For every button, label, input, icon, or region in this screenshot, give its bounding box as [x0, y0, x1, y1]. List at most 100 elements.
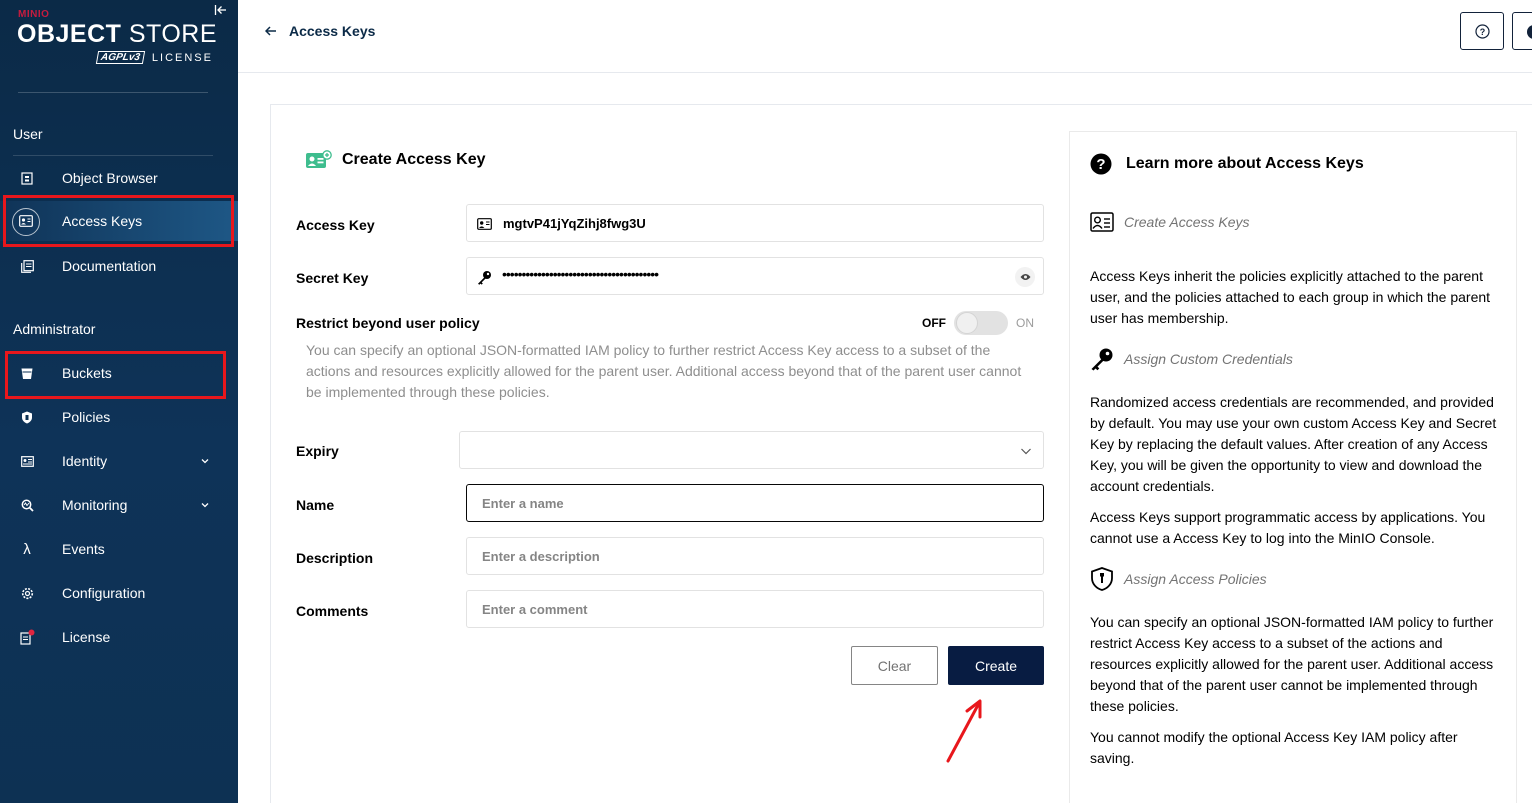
comments-input[interactable]: Enter a comment [466, 590, 1044, 628]
brand-minio: MINIO [18, 9, 50, 20]
agpl-badge: AGPLv3 [95, 51, 146, 64]
top-header: Access Keys ? [238, 0, 1532, 73]
object-browser-icon [18, 170, 36, 186]
secret-key-label: Secret Key [296, 270, 369, 286]
sidebar-item-label: Object Browser [62, 170, 158, 186]
sidebar-item-events[interactable]: λ Events [0, 529, 238, 569]
sidebar-item-identity[interactable]: Identity [0, 441, 238, 481]
comments-placeholder: Enter a comment [482, 602, 588, 617]
svg-text:?: ? [1479, 26, 1485, 36]
key-icon [476, 269, 492, 285]
brand-logo[interactable]: MINIO OBJECT STORE AGPLv3 LICENSE [17, 8, 217, 68]
clear-button[interactable]: Clear [851, 646, 938, 685]
buckets-icon [18, 365, 36, 381]
section-divider [13, 155, 213, 156]
license-text: LICENSE [151, 51, 213, 64]
create-button[interactable]: Create [948, 646, 1044, 685]
sidebar-item-label: Buckets [62, 365, 112, 381]
section-label-administrator: Administrator [13, 321, 96, 337]
brand-title-bold: OBJECT [17, 20, 122, 48]
help-heading-text: Create Access Keys [1124, 214, 1250, 230]
sidebar-item-label: Policies [62, 409, 111, 425]
key-icon [1091, 348, 1113, 371]
id-card-icon [476, 216, 492, 232]
sidebar-item-label: Access Keys [62, 213, 143, 229]
restrict-policy-label: Restrict beyond user policy [296, 315, 480, 331]
brand-title-light: STORE [128, 20, 218, 48]
question-circle-icon: ? [1474, 23, 1490, 39]
back-link[interactable]: Access Keys [265, 23, 375, 39]
arrow-left-icon [265, 26, 276, 36]
toggle-off-label: OFF [922, 316, 946, 330]
restrict-policy-toggle-group: OFF ON [922, 311, 1034, 335]
red-arrow-annotation [946, 699, 982, 763]
access-key-card-icon [306, 150, 332, 168]
monitoring-icon [18, 497, 36, 513]
description-input[interactable]: Enter a description [466, 537, 1044, 575]
help-heading-text: Assign Access Policies [1124, 571, 1267, 587]
help-paragraph: Randomized access credentials are recomm… [1090, 394, 1497, 494]
sidebar-item-configuration[interactable]: Configuration [0, 573, 238, 613]
form-title-text: Create Access Key [342, 151, 486, 168]
help-heading-text: Assign Custom Credentials [1124, 351, 1293, 367]
help-paragraph: Access Keys support programmatic access … [1090, 509, 1486, 546]
toggle-on-label: ON [1016, 316, 1034, 330]
access-key-value: mgtvP41jYqZihj8fwg3U [503, 216, 646, 231]
sidebar-item-access-keys[interactable]: Access Keys [0, 201, 238, 241]
brand-license: AGPLv3 LICENSE [95, 51, 213, 64]
comments-label: Comments [296, 603, 369, 619]
restrict-policy-help: You can specify an optional JSON-formatt… [306, 342, 1022, 400]
expiry-select[interactable] [459, 431, 1044, 469]
access-key-input[interactable]: mgtvP41jYqZihj8fwg3U [466, 204, 1044, 242]
eye-icon[interactable] [1015, 267, 1035, 287]
sidebar-item-label: Events [62, 541, 105, 557]
chevron-down-icon [1021, 448, 1031, 455]
section-label-user: User [13, 126, 43, 142]
sidebar-item-policies[interactable]: Policies [0, 397, 238, 437]
help-heading-credentials: Assign Custom Credentials [1090, 347, 1293, 371]
help-heading-create: Create Access Keys [1090, 212, 1250, 232]
back-link-label: Access Keys [289, 23, 376, 39]
chevron-down-icon[interactable] [199, 455, 211, 467]
secret-key-input[interactable]: •••••••••••••••••••••••••••••••••••••••• [466, 257, 1044, 295]
theme-toggle-button[interactable] [1512, 12, 1532, 50]
help-paragraph: Access Keys inherit the policies explici… [1090, 268, 1491, 326]
sidebar-item-license[interactable]: License [0, 617, 238, 657]
policies-icon [18, 409, 36, 425]
sidebar-item-monitoring[interactable]: Monitoring [0, 485, 238, 525]
documentation-icon [18, 258, 36, 274]
description-label: Description [296, 550, 374, 566]
help-button[interactable]: ? [1460, 12, 1504, 50]
license-icon [18, 629, 36, 645]
sidebar-item-object-browser[interactable]: Object Browser [0, 158, 238, 198]
brand-title: OBJECT STORE [17, 20, 217, 49]
help-heading-policies: Assign Access Policies [1090, 567, 1267, 591]
sidebar-item-documentation[interactable]: Documentation [0, 246, 238, 286]
logo-divider [18, 92, 208, 93]
id-card-icon [1090, 212, 1114, 232]
gear-icon [18, 585, 36, 601]
access-keys-icon [17, 213, 35, 229]
help-paragraph: You cannot modify the optional Access Ke… [1090, 729, 1458, 766]
form-title: Create Access Key [305, 150, 486, 170]
shield-icon [1091, 567, 1113, 591]
question-circle-icon: ? [1090, 153, 1112, 175]
expiry-label: Expiry [296, 443, 339, 459]
description-placeholder: Enter a description [482, 549, 600, 564]
svg-text:?: ? [1096, 156, 1105, 173]
chevron-down-icon[interactable] [199, 499, 211, 511]
name-label: Name [296, 497, 335, 513]
name-input[interactable]: Enter a name [466, 484, 1044, 522]
theme-icon [1527, 25, 1532, 39]
sidebar-item-label: Monitoring [62, 497, 128, 513]
restrict-policy-toggle[interactable] [954, 311, 1008, 335]
lambda-icon: λ [23, 540, 31, 558]
help-title-text: Learn more about Access Keys [1126, 155, 1364, 172]
collapse-sidebar-icon[interactable] [214, 3, 228, 17]
help-paragraph: You can specify an optional JSON-formatt… [1090, 614, 1494, 714]
sidebar-item-label: Identity [62, 453, 108, 469]
sidebar-item-buckets[interactable]: Buckets [0, 353, 238, 393]
sidebar: MINIO OBJECT STORE AGPLv3 LICENSE User O… [0, 0, 238, 803]
secret-key-masked: •••••••••••••••••••••••••••••••••••••••• [502, 266, 659, 282]
name-placeholder: Enter a name [482, 496, 564, 511]
